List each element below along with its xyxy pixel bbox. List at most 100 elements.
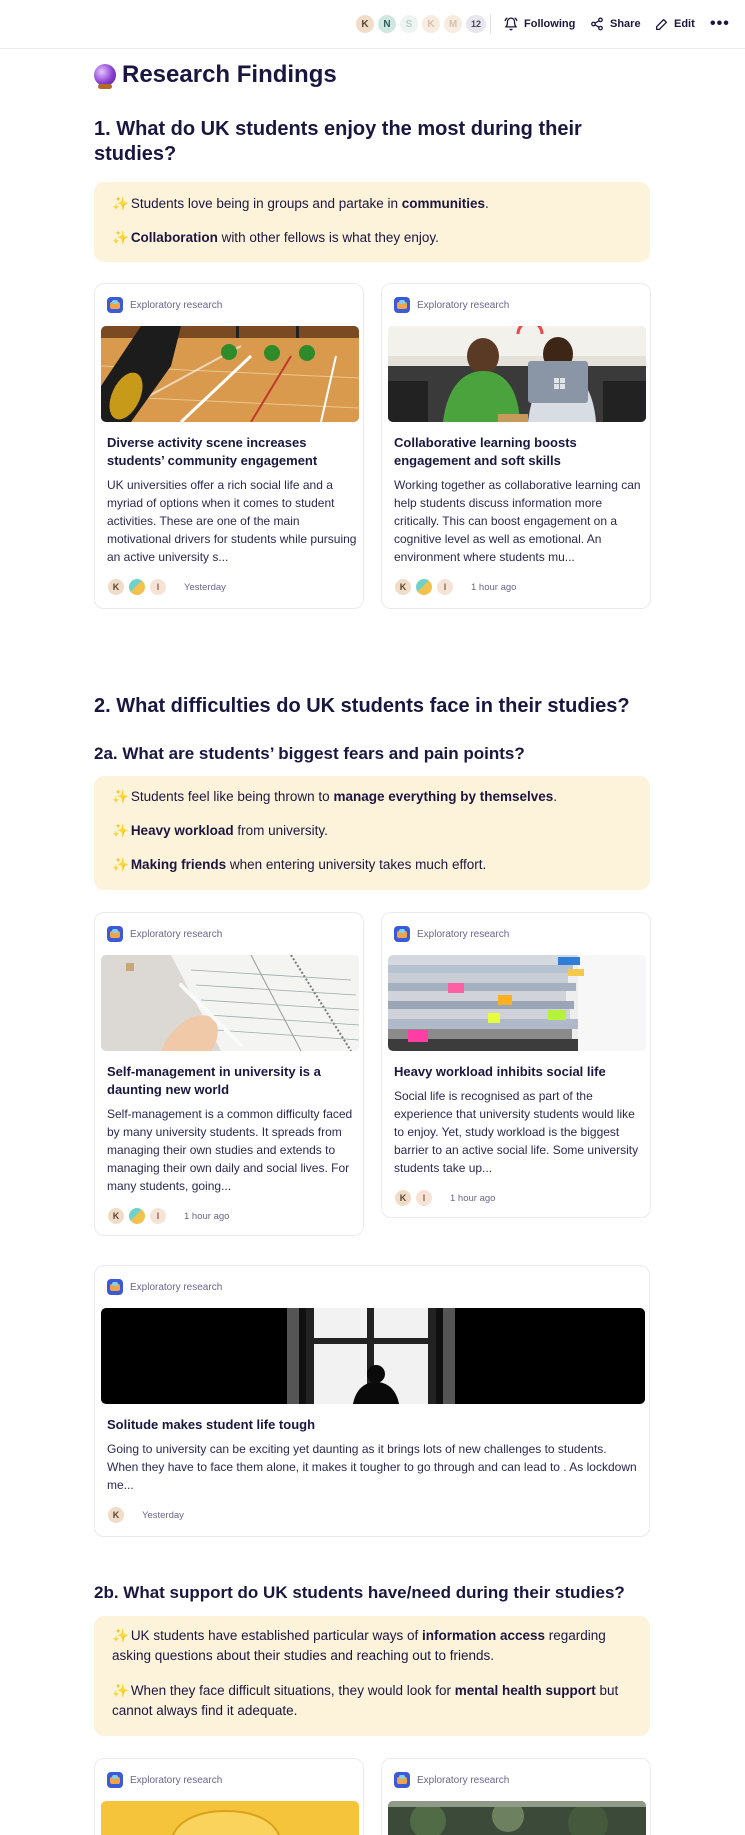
avatar: K bbox=[107, 578, 125, 596]
callout-line: ✨ Collaboration with other fellows is wha… bbox=[112, 230, 439, 245]
card-body: Working together as collaborative learni… bbox=[394, 478, 641, 564]
card-image-students-laptop bbox=[388, 326, 646, 422]
card-source: Exploratory research bbox=[394, 296, 509, 314]
section-2b-heading: 2b. What support do UK students have/nee… bbox=[94, 1583, 625, 1602]
insight-card[interactable]: Exploratory research bbox=[381, 912, 651, 1218]
card-timestamp: 1 hour ago bbox=[184, 1210, 230, 1222]
avatar: K bbox=[394, 578, 412, 596]
top-bar: K N S K M 12 Following Share Edit ••• bbox=[0, 0, 745, 49]
avatar: I bbox=[149, 578, 167, 596]
source-icon bbox=[107, 926, 123, 942]
edit-button[interactable]: Edit bbox=[655, 14, 695, 34]
insight-card[interactable]: Exploratory research Solitude makes stud… bbox=[94, 1265, 650, 1537]
crystal-ball-icon bbox=[94, 64, 116, 89]
source-icon bbox=[394, 297, 410, 313]
callout-line: ✨ Making friends when entering university… bbox=[112, 857, 487, 872]
insight-card[interactable]: Exploratory research Self-management in … bbox=[94, 912, 364, 1236]
card-image-yellow-phone bbox=[101, 1801, 359, 1835]
card-body: Self-management is a common difficulty f… bbox=[107, 1107, 353, 1193]
card-image-planner bbox=[101, 955, 359, 1051]
callout-line: ✨ UK students have established particular… bbox=[112, 1628, 606, 1663]
card-source: Exploratory research bbox=[394, 1771, 509, 1789]
section-2-heading: 2. What difficulties do UK students face… bbox=[94, 695, 630, 717]
avatar[interactable]: N bbox=[377, 14, 397, 34]
insight-card[interactable]: Exploratory research Diverse activity sc… bbox=[94, 283, 364, 609]
share-label: Share bbox=[610, 18, 641, 30]
avatar-count[interactable]: 12 bbox=[465, 14, 487, 34]
section-2b-callout: ✨ UK students have established particular… bbox=[94, 1616, 650, 1736]
avatar bbox=[415, 578, 433, 596]
avatar: K bbox=[107, 1506, 125, 1524]
card-source: Exploratory research bbox=[394, 925, 509, 943]
insight-card[interactable]: Exploratory research Collaborative learn… bbox=[381, 283, 651, 609]
source-icon bbox=[107, 297, 123, 313]
card-footer: K I 1 hour ago bbox=[107, 1207, 229, 1225]
callout-line: ✨ When they face difficult situations, th… bbox=[112, 1683, 619, 1718]
share-button[interactable]: Share bbox=[590, 14, 641, 34]
card-footer: K Yesterday bbox=[107, 1506, 184, 1524]
card-body: Going to university can be exciting yet … bbox=[107, 1442, 637, 1492]
insight-card[interactable]: Exploratory research bbox=[381, 1758, 651, 1835]
callout-line: ✨ Students love being in groups and parta… bbox=[112, 196, 489, 211]
card-title: Diverse activity scene increases student… bbox=[107, 435, 318, 468]
card-timestamp: 1 hour ago bbox=[450, 1192, 496, 1204]
card-title: Self-management in university is a daunt… bbox=[107, 1064, 321, 1097]
bell-icon bbox=[504, 17, 518, 31]
card-footer: K I 1 hour ago bbox=[394, 578, 516, 596]
sparkle-icon: ✨ bbox=[112, 823, 129, 838]
sparkle-icon: ✨ bbox=[112, 1683, 129, 1698]
pencil-icon bbox=[655, 18, 668, 30]
section-2a-callout: ✨ Students feel like being thrown to mana… bbox=[94, 776, 650, 890]
sparkle-icon: ✨ bbox=[112, 230, 129, 245]
card-footer: K I 1 hour ago bbox=[394, 1189, 495, 1207]
page-title-text: Research Findings bbox=[122, 61, 337, 88]
sparkle-icon: ✨ bbox=[112, 857, 129, 872]
source-icon bbox=[107, 1279, 123, 1295]
following-label: Following bbox=[524, 18, 576, 30]
source-icon bbox=[394, 926, 410, 942]
avatar: K bbox=[107, 1207, 125, 1225]
callout-line: ✨ Students feel like being thrown to mana… bbox=[112, 789, 558, 804]
card-source: Exploratory research bbox=[107, 1278, 222, 1296]
avatar[interactable]: K bbox=[421, 14, 441, 34]
avatar[interactable]: K bbox=[355, 14, 375, 34]
card-title: Heavy workload inhibits social life bbox=[394, 1064, 606, 1079]
section-1-callout: ✨ Students love being in groups and parta… bbox=[94, 182, 650, 262]
card-source: Exploratory research bbox=[107, 1771, 222, 1789]
sparkle-icon: ✨ bbox=[112, 196, 129, 211]
card-timestamp: 1 hour ago bbox=[471, 581, 517, 593]
card-image-window-silhouette bbox=[101, 1308, 645, 1404]
more-icon[interactable]: ••• bbox=[710, 14, 730, 34]
card-body: UK universities offer a rich social life… bbox=[107, 478, 357, 564]
card-body: Social life is recognised as part of the… bbox=[394, 1089, 639, 1175]
card-image-sports-hall bbox=[101, 326, 359, 422]
share-icon bbox=[591, 17, 603, 31]
divider bbox=[490, 14, 491, 34]
avatar[interactable]: M bbox=[443, 14, 463, 34]
sparkle-icon: ✨ bbox=[112, 1628, 129, 1643]
card-source: Exploratory research bbox=[107, 296, 222, 314]
card-source: Exploratory research bbox=[107, 925, 222, 943]
source-icon bbox=[394, 1772, 410, 1788]
page-title: Research Findings bbox=[94, 58, 337, 92]
card-image-garden bbox=[388, 1801, 646, 1835]
avatar: I bbox=[415, 1189, 433, 1207]
insight-card[interactable]: Exploratory research bbox=[94, 1758, 364, 1835]
source-icon bbox=[107, 1772, 123, 1788]
callout-line: ✨ Heavy workload from university. bbox=[112, 823, 328, 838]
avatar bbox=[128, 1207, 146, 1225]
card-footer: K I Yesterday bbox=[107, 578, 226, 596]
avatar: K bbox=[394, 1189, 412, 1207]
card-title: Solitude makes student life tough bbox=[107, 1417, 316, 1432]
sparkle-icon: ✨ bbox=[112, 789, 129, 804]
card-image-paper-stack bbox=[388, 955, 646, 1051]
avatar bbox=[128, 578, 146, 596]
card-timestamp: Yesterday bbox=[142, 1509, 184, 1521]
following-button[interactable]: Following bbox=[504, 14, 575, 34]
card-timestamp: Yesterday bbox=[184, 581, 226, 593]
avatar: I bbox=[149, 1207, 167, 1225]
section-1-heading: 1. What do UK students enjoy the most du… bbox=[94, 118, 582, 165]
avatar[interactable]: S bbox=[399, 14, 419, 34]
edit-label: Edit bbox=[674, 18, 695, 30]
collaborator-avatars[interactable]: K N S K M 12 bbox=[355, 14, 489, 34]
